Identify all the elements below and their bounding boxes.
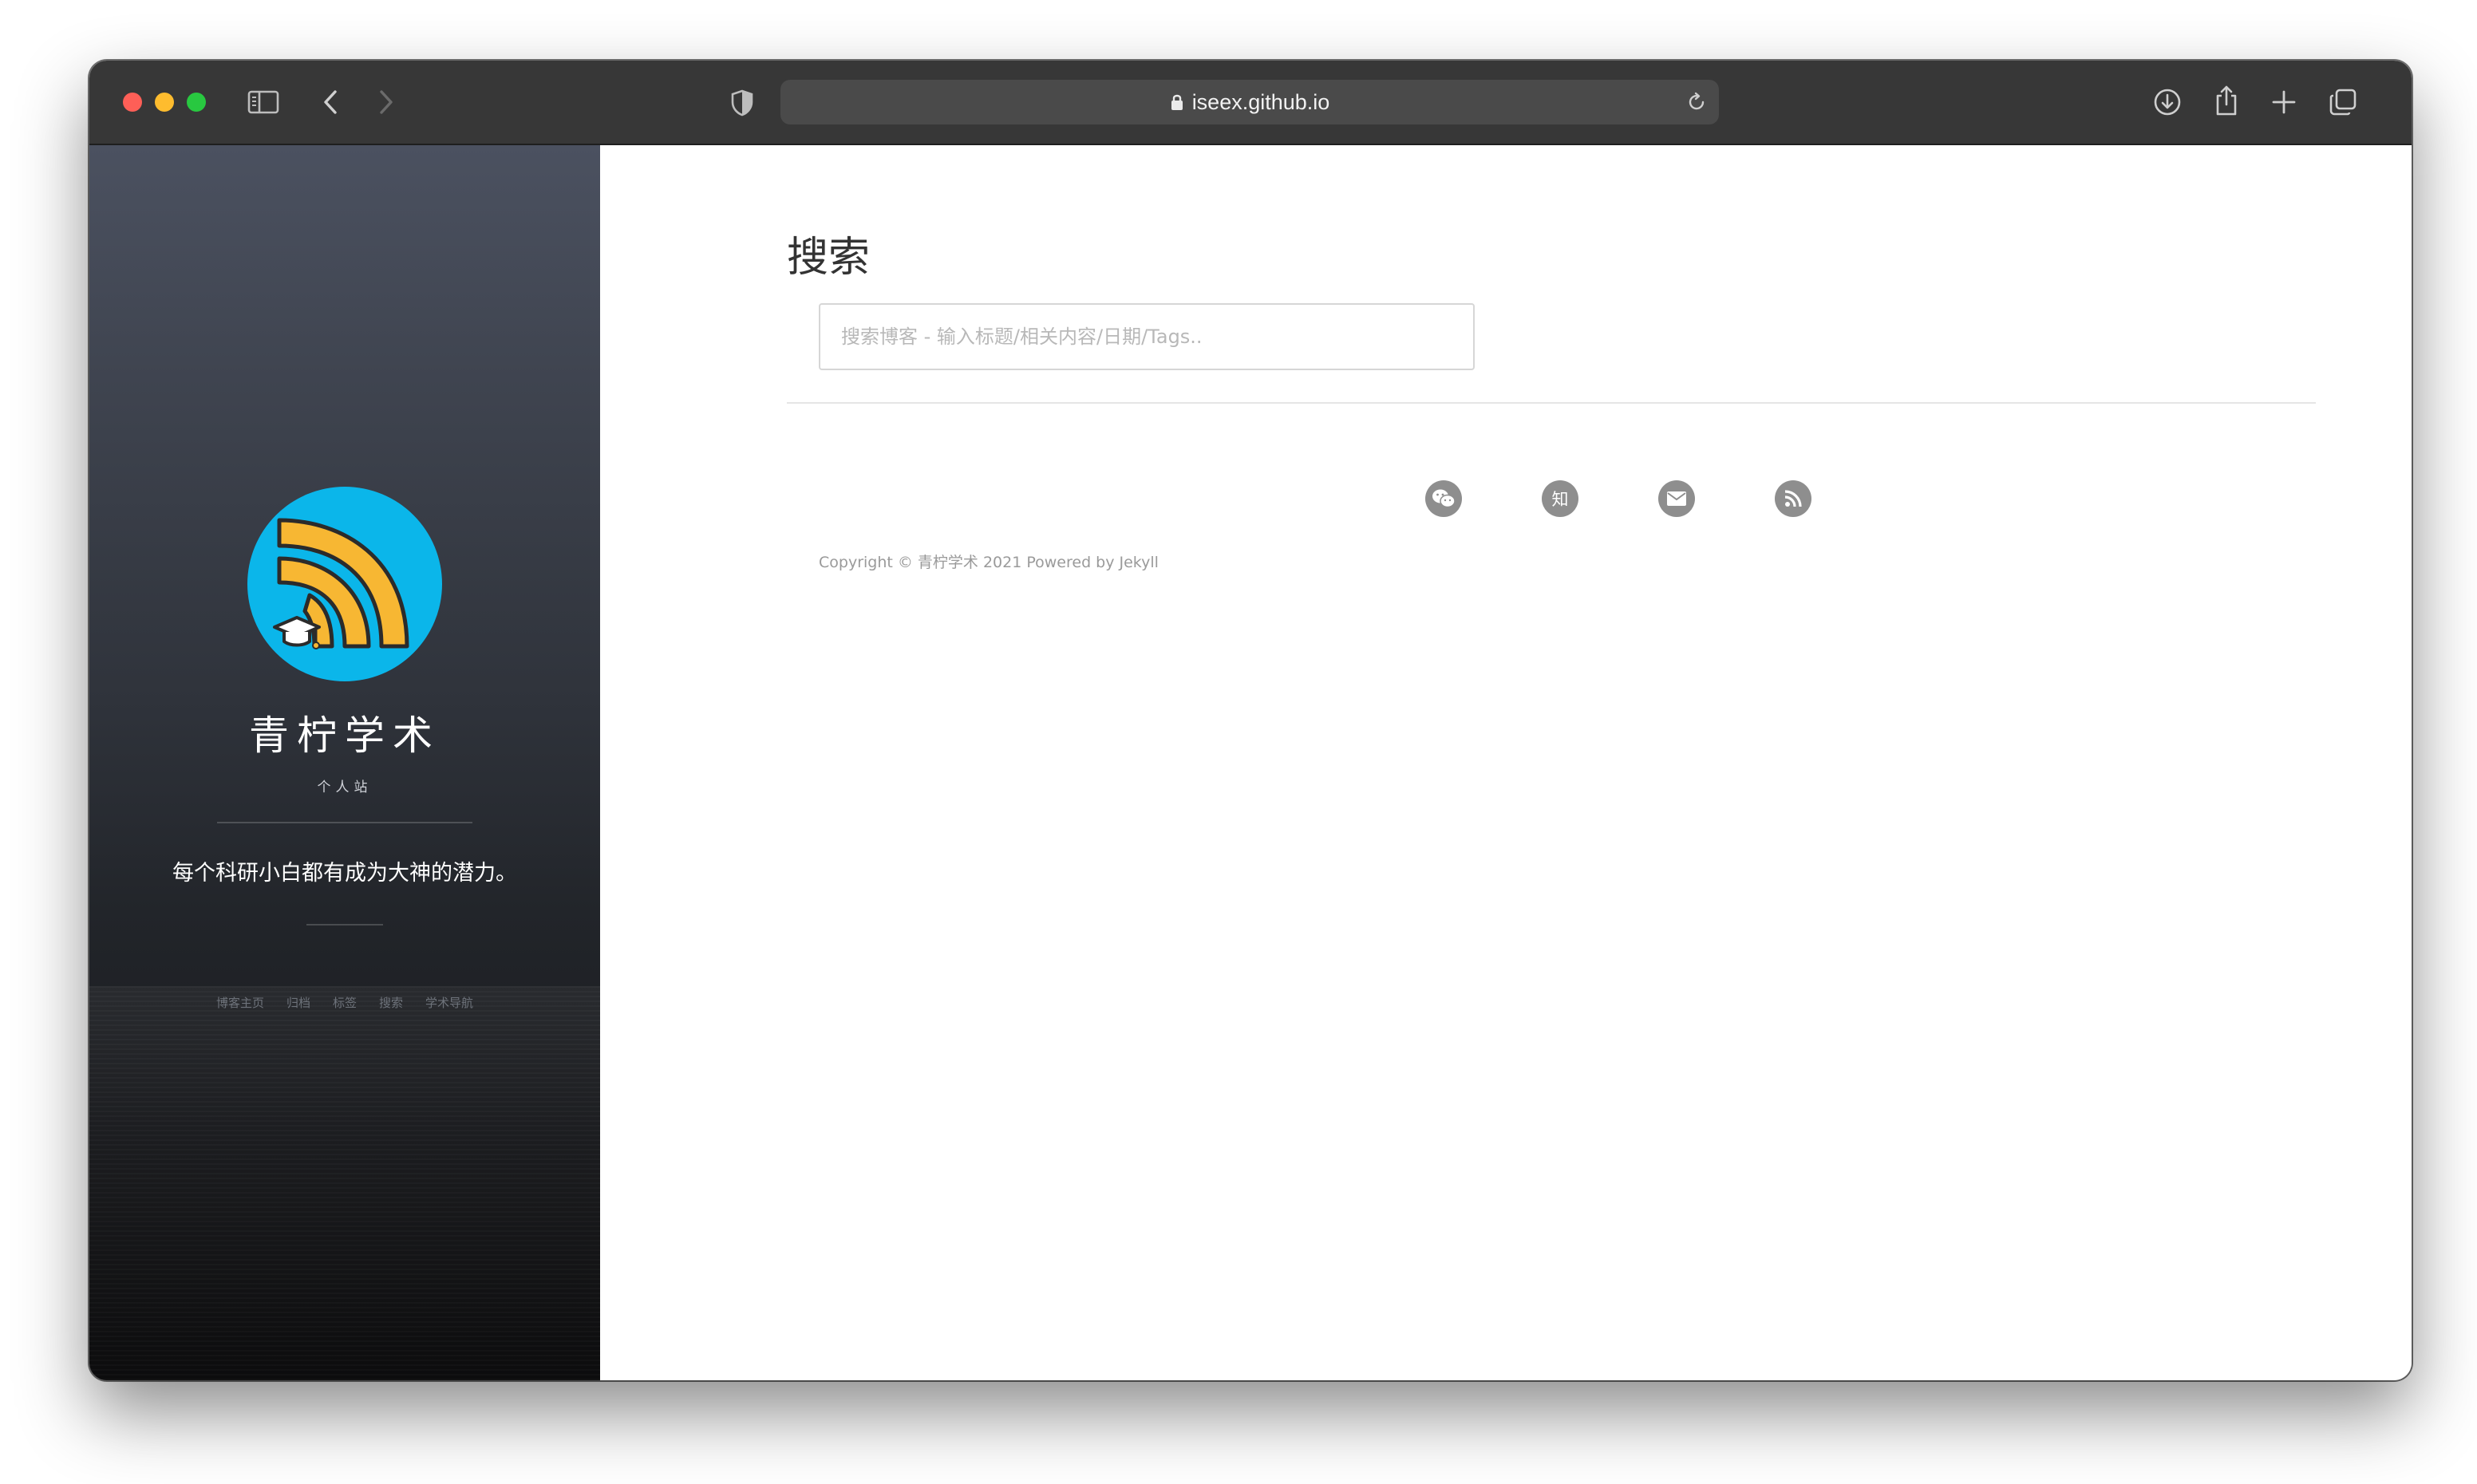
- copyright-text: Copyright © 青柠学术 2021 Powered by Jekyll: [819, 554, 1159, 571]
- nav-link-search[interactable]: 搜索: [379, 994, 403, 1011]
- address-bar[interactable]: iseex.github.io: [780, 80, 1719, 124]
- nav-link-academic[interactable]: 学术导航: [425, 994, 473, 1011]
- nav-link-archive[interactable]: 归档: [286, 994, 310, 1011]
- browser-window: iseex.github.io 青柠学术 个人站 每个科研小白都有成为大神的潜力…: [89, 61, 2412, 1380]
- content-divider: [787, 402, 2316, 404]
- page-title: 搜索: [787, 234, 871, 282]
- sidebar-background-image: [89, 986, 600, 1380]
- sidebar-divider: [306, 924, 383, 926]
- downloads-icon[interactable]: [2151, 86, 2183, 118]
- email-icon[interactable]: [1658, 480, 1695, 517]
- privacy-shield-icon[interactable]: [728, 88, 757, 118]
- nav-link-tags[interactable]: 标签: [333, 994, 357, 1011]
- avatar[interactable]: [247, 487, 442, 681]
- lock-icon: [1170, 93, 1184, 112]
- nav-link-home[interactable]: 博客主页: [216, 994, 264, 1011]
- share-icon[interactable]: [2210, 83, 2242, 118]
- site-subtitle: 个人站: [317, 779, 373, 795]
- close-window-button[interactable]: [123, 93, 142, 112]
- url-text: iseex.github.io: [1191, 89, 1330, 114]
- site-motto: 每个科研小白都有成为大神的潜力。: [172, 861, 517, 886]
- main-content: 搜索 知 Copyright © 青柠学术 2021 Powered by Je…: [600, 145, 2412, 1380]
- reload-icon[interactable]: [1685, 91, 1708, 113]
- site-title[interactable]: 青柠学术: [89, 704, 600, 761]
- sidebar-nav: 博客主页 归档 标签 搜索 学术导航: [89, 994, 600, 1011]
- sidebar: 青柠学术 个人站 每个科研小白都有成为大神的潜力。 博客主页 归档 标签 搜索 …: [89, 145, 600, 1380]
- rss-icon[interactable]: [1775, 480, 1811, 517]
- new-tab-icon[interactable]: [2268, 86, 2300, 118]
- browser-toolbar: iseex.github.io: [89, 61, 2412, 145]
- zhihu-icon[interactable]: 知: [1542, 480, 1578, 517]
- forward-icon[interactable]: [372, 88, 401, 116]
- zoom-window-button[interactable]: [187, 93, 206, 112]
- sidebar-divider: [217, 822, 472, 823]
- search-input[interactable]: [819, 303, 1475, 370]
- minimize-window-button[interactable]: [155, 93, 174, 112]
- sidebar-toggle-icon[interactable]: [246, 88, 281, 116]
- tab-overview-icon[interactable]: [2327, 86, 2359, 118]
- wechat-icon[interactable]: [1425, 480, 1462, 517]
- back-icon[interactable]: [316, 88, 345, 116]
